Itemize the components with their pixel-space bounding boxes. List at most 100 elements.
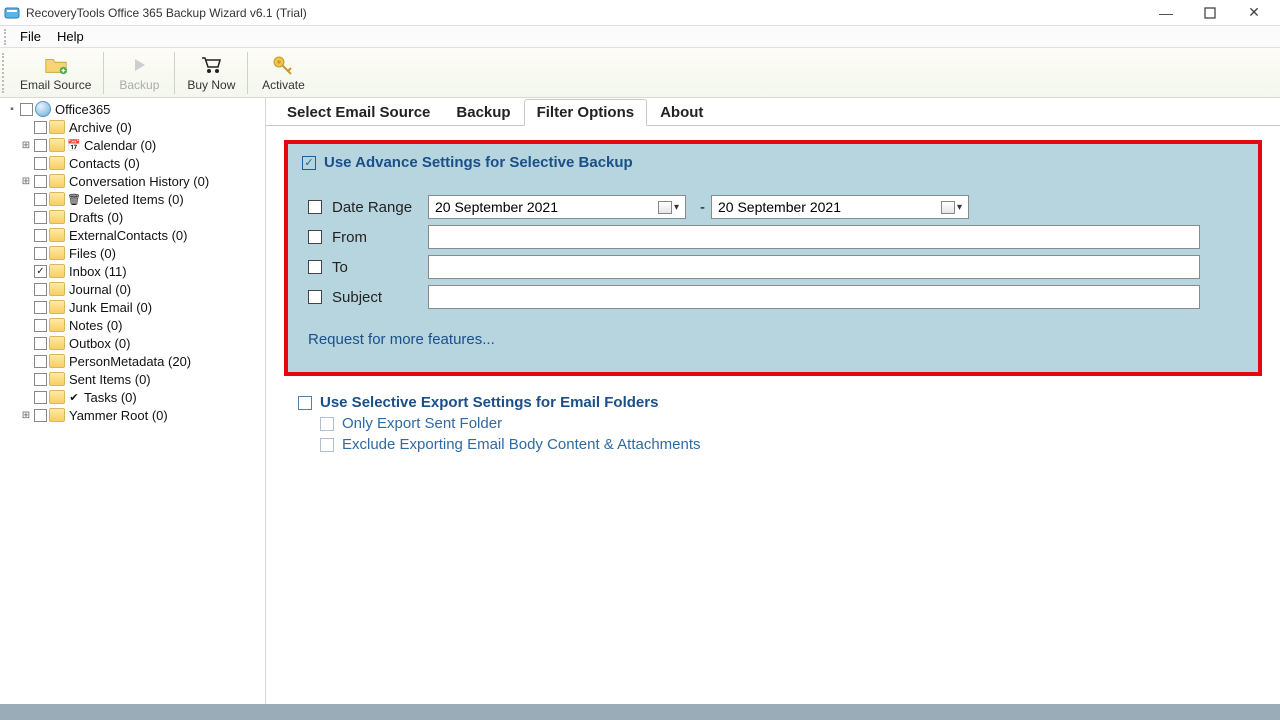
expander-spacer (20, 265, 32, 277)
minimize-button[interactable]: — (1144, 0, 1188, 26)
from-input[interactable] (428, 225, 1200, 249)
tree-item[interactable]: PersonMetadata (20) (0, 352, 265, 370)
tree-root[interactable]: ▪ Office365 (0, 100, 265, 118)
key-icon (271, 53, 295, 77)
exclude-body-checkbox[interactable] (320, 438, 334, 452)
tree-item[interactable]: Archive (0) (0, 118, 265, 136)
folder-open-icon (44, 53, 68, 77)
subject-checkbox[interactable] (308, 290, 322, 304)
window-title: RecoveryTools Office 365 Backup Wizard v… (26, 6, 1144, 20)
checkbox[interactable] (34, 283, 47, 296)
tree-item-label: Calendar (0) (84, 138, 156, 153)
close-button[interactable]: ✕ (1232, 0, 1276, 26)
folder-icon (49, 210, 65, 224)
menu-file[interactable]: File (12, 27, 49, 46)
folder-icon (49, 228, 65, 242)
tree-item[interactable]: ⊞Yammer Root (0) (0, 406, 265, 424)
tab-about[interactable]: About (647, 99, 716, 126)
item-glyph-icon: 📅 (67, 138, 81, 152)
expand-icon[interactable]: ⊞ (20, 175, 32, 187)
tab-filter-options[interactable]: Filter Options (524, 99, 648, 126)
date-range-checkbox[interactable] (308, 200, 322, 214)
menu-help[interactable]: Help (49, 27, 92, 46)
account-icon (35, 101, 51, 117)
expander-spacer (20, 355, 32, 367)
tree-item[interactable]: Sent Items (0) (0, 370, 265, 388)
advance-settings-title: Use Advance Settings for Selective Backu… (324, 154, 633, 171)
checkbox[interactable] (34, 301, 47, 314)
status-bar (0, 704, 1280, 720)
tree-item[interactable]: Junk Email (0) (0, 298, 265, 316)
tab-backup[interactable]: Backup (443, 99, 523, 126)
tree-item[interactable]: ⊞Conversation History (0) (0, 172, 265, 190)
checkbox[interactable] (34, 157, 47, 170)
tree-item-label: Inbox (11) (69, 264, 127, 279)
to-checkbox[interactable] (308, 260, 322, 274)
advance-settings-checkbox[interactable] (302, 156, 316, 170)
checkbox[interactable] (34, 175, 47, 188)
checkbox[interactable] (34, 391, 47, 404)
checkbox[interactable] (34, 337, 47, 350)
from-checkbox[interactable] (308, 230, 322, 244)
folder-tree[interactable]: ▪ Office365 Archive (0) ⊞ 📅Calendar (0)Con… (0, 98, 266, 704)
tab-bar: Select Email Source Backup Filter Option… (266, 98, 1280, 126)
only-sent-label: Only Export Sent Folder (342, 415, 502, 432)
backup-button[interactable]: Backup (108, 50, 170, 96)
toolbar-label: Email Source (20, 78, 91, 92)
checkbox[interactable] (34, 373, 47, 386)
tree-item[interactable]: 🗑Deleted Items (0) (0, 190, 265, 208)
checkbox[interactable] (34, 319, 47, 332)
checkbox[interactable] (20, 103, 33, 116)
folder-icon (49, 318, 65, 332)
checkbox[interactable] (34, 229, 47, 242)
checkbox[interactable] (34, 211, 47, 224)
tree-item[interactable]: Journal (0) (0, 280, 265, 298)
to-row: To (308, 255, 1238, 279)
checkbox[interactable] (34, 121, 47, 134)
tree-item-label: Junk Email (0) (69, 300, 152, 315)
request-features-link[interactable]: Request for more features... (308, 331, 1238, 348)
expand-icon[interactable]: ⊞ (20, 409, 32, 421)
tree-item[interactable]: Outbox (0) (0, 334, 265, 352)
expander-spacer (20, 121, 32, 133)
expander-spacer (20, 301, 32, 313)
from-label: From (332, 229, 428, 246)
expand-icon[interactable]: ⊞ (20, 139, 32, 151)
activate-button[interactable]: Activate (252, 50, 314, 96)
tree-item[interactable]: Contacts (0) (0, 154, 265, 172)
checkbox[interactable] (34, 193, 47, 206)
tree-item-label: Archive (0) (69, 120, 132, 135)
only-sent-checkbox[interactable] (320, 417, 334, 431)
folder-icon (49, 372, 65, 386)
tree-item[interactable]: ✔Tasks (0) (0, 388, 265, 406)
tree-item[interactable]: Inbox (11) (0, 262, 265, 280)
checkbox[interactable] (34, 409, 47, 422)
checkbox[interactable] (34, 265, 47, 278)
subject-input[interactable] (428, 285, 1200, 309)
checkbox[interactable] (34, 355, 47, 368)
collapse-icon[interactable]: ▪ (6, 103, 18, 115)
to-input[interactable] (428, 255, 1200, 279)
buy-now-button[interactable]: Buy Now (179, 50, 243, 96)
calendar-icon (941, 201, 955, 214)
date-from-picker[interactable]: 20 September 2021 ▾ (428, 195, 686, 219)
tree-item[interactable]: ExternalContacts (0) (0, 226, 265, 244)
checkbox[interactable] (34, 247, 47, 260)
email-source-button[interactable]: Email Source (12, 50, 99, 96)
from-row: From (308, 225, 1238, 249)
expander-spacer (20, 337, 32, 349)
date-to-picker[interactable]: 20 September 2021 ▾ (711, 195, 969, 219)
chevron-down-icon: ▾ (957, 202, 962, 213)
tree-item-label: ExternalContacts (0) (69, 228, 188, 243)
maximize-button[interactable] (1188, 0, 1232, 26)
tree-item[interactable]: Files (0) (0, 244, 265, 262)
toolbar: Email Source Backup Buy Now Activate (0, 48, 1280, 98)
tree-item-label: Drafts (0) (69, 210, 123, 225)
tab-select-email-source[interactable]: Select Email Source (274, 99, 443, 126)
selective-export-checkbox[interactable] (298, 396, 312, 410)
tree-item[interactable]: Drafts (0) (0, 208, 265, 226)
checkbox[interactable] (34, 139, 47, 152)
folder-icon (49, 264, 65, 278)
tree-item[interactable]: Notes (0) (0, 316, 265, 334)
tree-item[interactable]: ⊞ 📅Calendar (0) (0, 136, 265, 154)
